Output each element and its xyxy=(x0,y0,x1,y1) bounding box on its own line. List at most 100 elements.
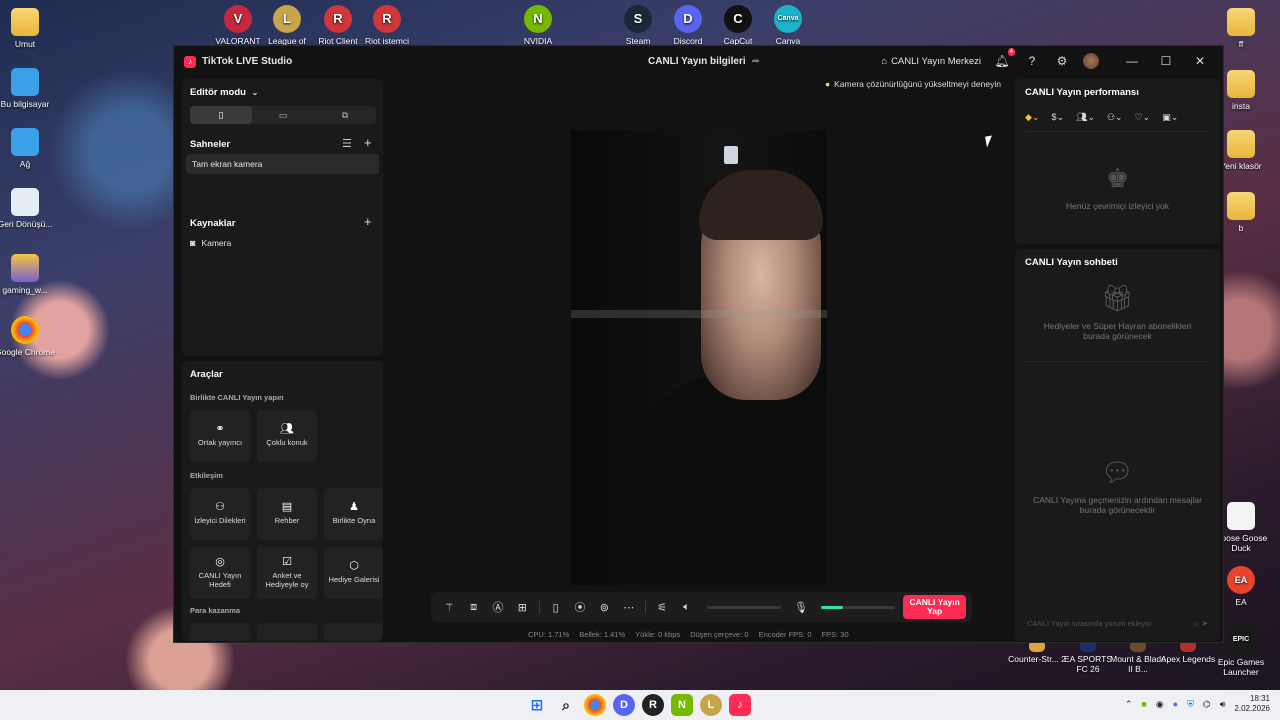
help-button[interactable]: ? xyxy=(1023,52,1041,70)
volume-slider[interactable] xyxy=(706,605,781,609)
app-icon xyxy=(1227,502,1255,530)
mouse-cursor xyxy=(985,135,994,148)
maximize-button[interactable]: ☐ xyxy=(1155,54,1177,68)
nvidia-taskbar-icon[interactable]: N xyxy=(671,694,693,716)
coin-filter-icon[interactable]: $⌄ xyxy=(1051,112,1064,123)
gift-gallery-icon: ⬡ xyxy=(349,560,359,572)
tool-viewer-requests[interactable]: ⚇ İzleyici Dilekleri xyxy=(190,488,250,540)
desktop-icon[interactable]: gaming_w... xyxy=(0,254,56,295)
viewer-requests-icon: ⚇ xyxy=(215,501,225,513)
notification-button[interactable]: 🔔︎ 4 xyxy=(993,48,1015,70)
desktop-icon[interactable]: R Riot istemci xyxy=(356,5,418,46)
desktop-icon[interactable]: Google Chrome xyxy=(0,316,56,357)
ai-icon[interactable]: Ⓐ xyxy=(486,599,510,615)
network-icon[interactable]: ⌬ xyxy=(1203,699,1211,710)
more-icon[interactable]: ⋯ xyxy=(617,601,641,614)
performance-title: CANLI Yayın performansı xyxy=(1025,87,1139,98)
tool-multi-guest[interactable]: 👥︎ Çoklu konuk xyxy=(257,410,317,462)
search-icon[interactable]: ⌕ xyxy=(555,694,577,716)
start-button[interactable]: ⊞ xyxy=(526,694,548,716)
emoji-send-icons[interactable]: ☺ ➤ xyxy=(1192,619,1208,628)
taskbar-apps: ⊞ ⌕ D R N L ♪ xyxy=(526,694,751,716)
person-hair xyxy=(699,170,823,240)
discord-taskbar-icon[interactable]: D xyxy=(613,694,635,716)
screenshot-icon[interactable]: ⊚ xyxy=(592,601,616,614)
nvidia-tray-icon[interactable]: ■ xyxy=(1141,699,1146,709)
epic-icon: EPIC xyxy=(1227,626,1255,654)
discord-tray-icon[interactable]: ● xyxy=(1173,699,1178,709)
tiktok-taskbar-icon[interactable]: ♪ xyxy=(729,694,751,716)
tool-gift-gallery[interactable]: ⬡ Hediye Galerisi xyxy=(324,547,383,599)
live-info-button[interactable]: CANLI Yayın bilgileri ➦ xyxy=(648,56,760,67)
editor-mode-dropdown[interactable]: Editör modu ⌄ xyxy=(190,87,258,98)
tool-monetize-1[interactable] xyxy=(190,623,250,641)
riot-taskbar-icon[interactable]: R xyxy=(642,694,664,716)
gift-filter-icon[interactable]: ▣⌄ xyxy=(1162,112,1178,123)
desktop-icon-label: Geri Dönüşü... xyxy=(0,219,53,229)
go-live-button[interactable]: CANLI Yayın Yap xyxy=(903,595,966,619)
tool-cohost[interactable]: ⚭ Ortak yayıncı xyxy=(190,410,250,462)
chat-input[interactable]: CANLI Yayın sırasında yorum ekleyin ☺ ➤ xyxy=(1023,613,1212,633)
chevron-up-icon[interactable]: ⌃ xyxy=(1125,699,1133,710)
tool-live-goal[interactable]: ◎ CANLI Yayın Hedefi xyxy=(190,547,250,599)
tool-play-together[interactable]: ♟ Birlikte Oyna xyxy=(324,488,383,540)
desktop-icon[interactable]: N NVIDIA xyxy=(507,5,569,46)
sliders-icon[interactable]: ⚟ xyxy=(650,601,674,614)
tool-label: Birlikte Oyna xyxy=(332,516,376,525)
chrome-icon[interactable] xyxy=(584,694,606,716)
magic-wand-icon[interactable]: ⚚ xyxy=(437,601,461,614)
speaker-icon[interactable]: 🔈︎ xyxy=(674,601,698,614)
effects-icon[interactable]: ⧈ xyxy=(461,601,485,614)
phone-icon[interactable]: ▯ xyxy=(543,601,567,614)
folder-icon xyxy=(11,8,39,36)
chat-title: CANLI Yayın sohbeti xyxy=(1025,257,1118,268)
volume-icon[interactable]: 🔊︎ xyxy=(1220,699,1226,710)
desktop-icon-label: Bu bilgisayar xyxy=(0,99,50,109)
tool-poll[interactable]: ☑ Anket ve Hediyeyle oy xyxy=(257,547,317,599)
editor-mode-label: Editör modu xyxy=(190,87,246,98)
security-tray-icon[interactable]: ⛨ xyxy=(1187,699,1194,710)
camera-preview[interactable] xyxy=(571,130,827,585)
source-item[interactable]: ◙ Kamera xyxy=(190,238,231,248)
steam-tray-icon[interactable]: ◉ xyxy=(1156,699,1164,710)
desktop-icon[interactable]: Apex Legends xyxy=(1158,640,1218,664)
desktop-icon[interactable]: ff xyxy=(1210,8,1272,49)
mic-level-slider[interactable] xyxy=(821,605,896,609)
clock[interactable]: 18:31 2.02.2026 xyxy=(1234,694,1270,714)
league-taskbar-icon[interactable]: L xyxy=(700,694,722,716)
tool-guide[interactable]: ▤ Rehber xyxy=(257,488,317,540)
live-center-button[interactable]: ⌂ CANLI Yayın Merkezi xyxy=(881,56,981,67)
desktop-icon[interactable]: Ağ xyxy=(0,128,56,169)
tool-monetize-3[interactable] xyxy=(324,623,383,641)
desktop-icon[interactable]: Bu bilgisayar xyxy=(0,68,56,109)
diamond-filter-icon[interactable]: ◆⌄ xyxy=(1025,112,1039,123)
scene-item[interactable]: Tam ekran kamera xyxy=(186,154,379,174)
add-scene-button[interactable]: + xyxy=(364,135,372,150)
portrait-mode-button[interactable]: ▯ xyxy=(190,106,252,124)
settings-button[interactable]: ⚙ xyxy=(1053,52,1071,70)
camera-hint[interactable]: ● Kamera çözünürlüğünü yükseltmeyi deney… xyxy=(825,79,1001,89)
mic-level-fill xyxy=(821,605,844,609)
heart-filter-icon[interactable]: ♡⌄ xyxy=(1135,112,1151,123)
add-frame-icon[interactable]: ⊞ xyxy=(510,601,534,614)
tool-monetize-2[interactable] xyxy=(257,623,317,641)
new-follower-filter-icon[interactable]: ⚇⌄ xyxy=(1107,112,1123,123)
book-icon: ▤ xyxy=(281,501,293,513)
minimize-button[interactable]: — xyxy=(1121,54,1143,68)
viewers-filter-icon[interactable]: 👥︎⌄ xyxy=(1076,112,1095,123)
computer-icon xyxy=(11,68,39,96)
dual-mode-button[interactable]: ⧉ xyxy=(314,106,376,124)
microphone-icon[interactable]: 🎙︎ xyxy=(789,601,813,614)
record-icon[interactable]: ⦿ xyxy=(568,599,592,615)
landscape-mode-button[interactable]: ▭ xyxy=(252,106,314,124)
system-tray: ⌃ ■ ◉ ● ⛨ ⌬ 🔊︎ 18:31 2.02.2026 xyxy=(1125,694,1270,714)
tools-title: Araçlar xyxy=(190,369,223,380)
close-button[interactable]: ✕ xyxy=(1189,54,1211,68)
avatar[interactable] xyxy=(1083,53,1099,69)
list-icon[interactable]: ☰ xyxy=(342,137,352,150)
desktop-icon-label: Google Chrome xyxy=(0,347,55,357)
add-source-button[interactable]: + xyxy=(364,214,372,229)
desktop-icon[interactable]: Canva Canva xyxy=(757,5,819,46)
desktop-icon[interactable]: Umut xyxy=(0,8,56,49)
desktop-icon[interactable]: Geri Dönüşü... xyxy=(0,188,56,229)
